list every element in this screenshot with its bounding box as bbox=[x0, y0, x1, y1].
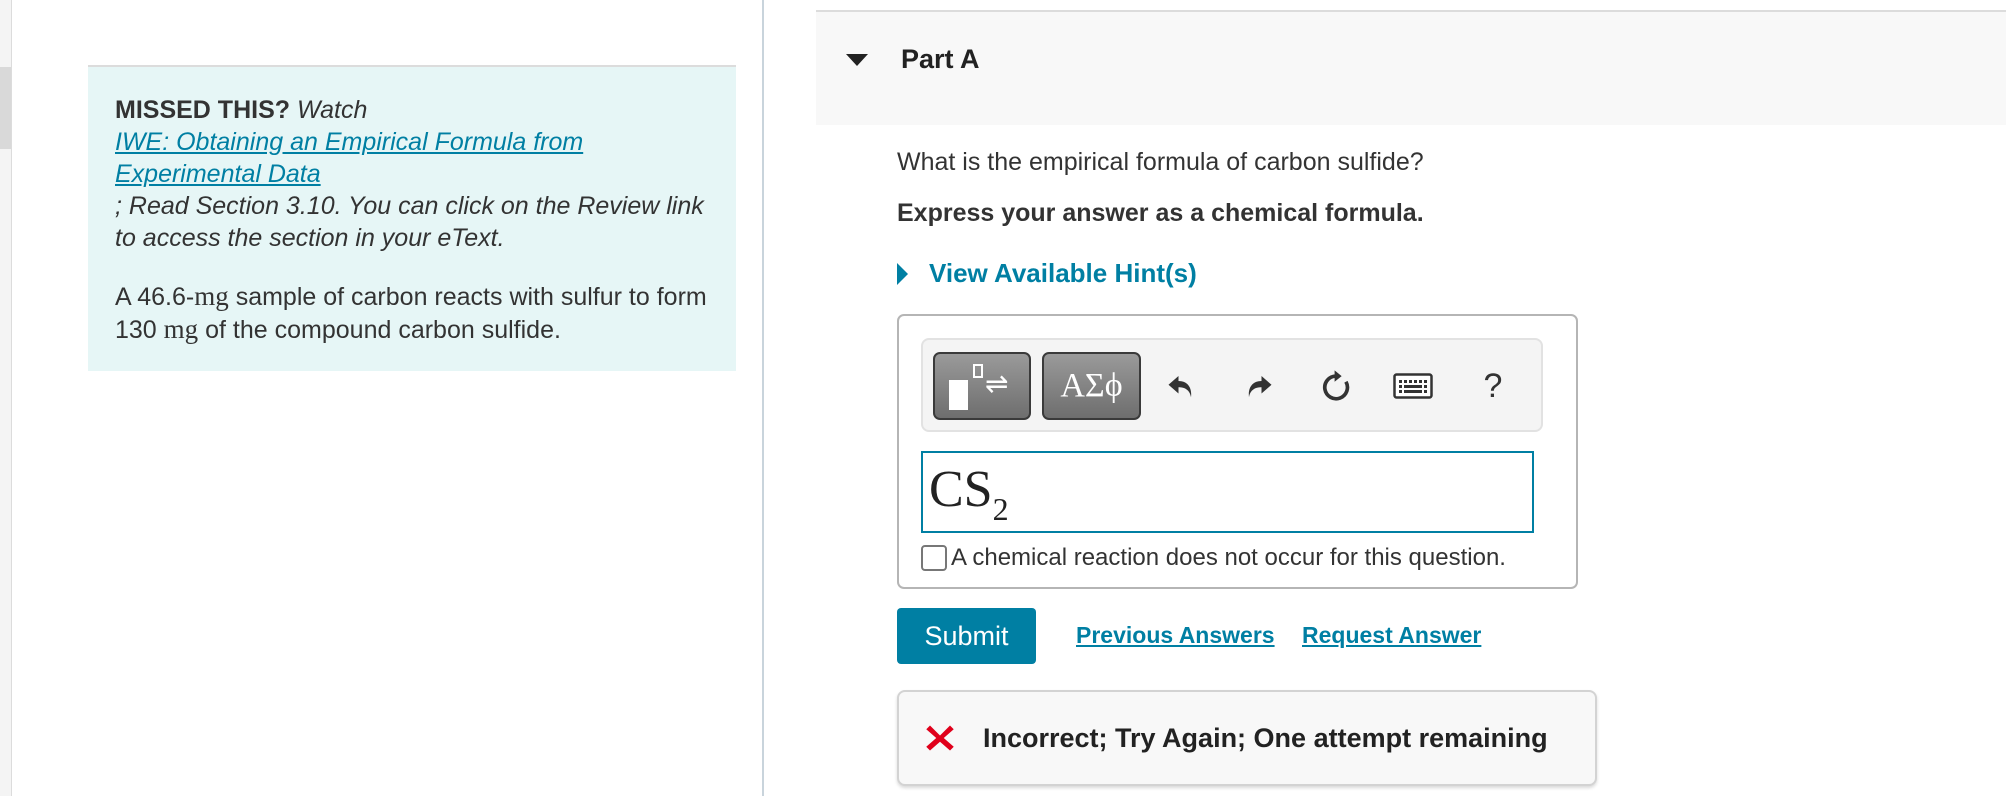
redo-icon bbox=[1248, 376, 1272, 398]
part-title: Part A bbox=[901, 44, 980, 74]
expand-caret-icon bbox=[897, 262, 908, 285]
equation-toolbar: ⇌ ΑΣϕ ? bbox=[921, 338, 1543, 432]
undo-icon bbox=[1168, 376, 1192, 398]
templates-button[interactable]: ⇌ bbox=[933, 352, 1031, 420]
problem-text: A 46.6- bbox=[115, 283, 195, 311]
part-a-header[interactable]: Part A bbox=[816, 10, 2006, 125]
answer-instruction: Express your answer as a chemical formul… bbox=[897, 199, 1424, 227]
incorrect-x-icon bbox=[926, 725, 954, 751]
formula-base: CS bbox=[929, 461, 993, 518]
scrollbar-thumb[interactable] bbox=[0, 67, 11, 149]
keyboard-icon bbox=[1393, 373, 1433, 399]
missed-this-label: MISSED THIS? bbox=[115, 96, 291, 124]
reset-icon bbox=[1322, 370, 1350, 401]
undo-button[interactable] bbox=[1161, 366, 1201, 406]
no-reaction-checkbox[interactable] bbox=[921, 545, 947, 571]
help-button[interactable]: ? bbox=[1473, 366, 1513, 406]
answer-input[interactable]: CS2 bbox=[921, 451, 1534, 533]
reset-button[interactable] bbox=[1316, 366, 1356, 406]
request-answer-link[interactable]: Request Answer bbox=[1302, 622, 1481, 649]
missed-this-panel: MISSED THIS? Watch IWE: Obtaining an Emp… bbox=[88, 65, 736, 371]
no-reaction-label: A chemical reaction does not occur for t… bbox=[951, 544, 1506, 571]
greek-symbols-button[interactable]: ΑΣϕ bbox=[1042, 352, 1141, 420]
page-scrollbar[interactable] bbox=[0, 0, 12, 796]
missed-this-intro: MISSED THIS? Watch IWE: Obtaining an Emp… bbox=[115, 94, 709, 254]
view-hints-toggle[interactable]: View Available Hint(s) bbox=[897, 258, 1197, 289]
pane-divider[interactable] bbox=[762, 0, 764, 796]
redo-button[interactable] bbox=[1239, 366, 1279, 406]
unit-mg: mg bbox=[194, 281, 229, 311]
watch-label: Watch bbox=[296, 96, 368, 124]
collapse-caret-icon[interactable] bbox=[846, 54, 868, 66]
read-section-text: ; Read Section 3.10. You can click on th… bbox=[115, 192, 704, 252]
view-hints-label[interactable]: View Available Hint(s) bbox=[929, 258, 1197, 289]
feedback-text: Incorrect; Try Again; One attempt remain… bbox=[983, 722, 1548, 753]
keyboard-button[interactable] bbox=[1393, 366, 1433, 406]
answer-box: ⇌ ΑΣϕ ? CS2 A chemical reaction does not… bbox=[897, 314, 1578, 589]
no-reaction-option[interactable]: A chemical reaction does not occur for t… bbox=[921, 544, 1506, 572]
problem-statement: A 46.6-mg sample of carbon reacts with s… bbox=[115, 280, 709, 346]
submit-button[interactable]: Submit bbox=[897, 608, 1036, 664]
previous-answers-link[interactable]: Previous Answers bbox=[1076, 622, 1275, 649]
formula-subscript: 2 bbox=[992, 491, 1009, 527]
question-text: What is the empirical formula of carbon … bbox=[897, 148, 1424, 176]
problem-text: of the compound carbon sulfide. bbox=[198, 316, 561, 344]
unit-mg: mg bbox=[163, 314, 199, 344]
feedback-message: Incorrect; Try Again; One attempt remain… bbox=[897, 690, 1597, 786]
video-link[interactable]: IWE: Obtaining an Empirical Formula from… bbox=[115, 128, 583, 188]
